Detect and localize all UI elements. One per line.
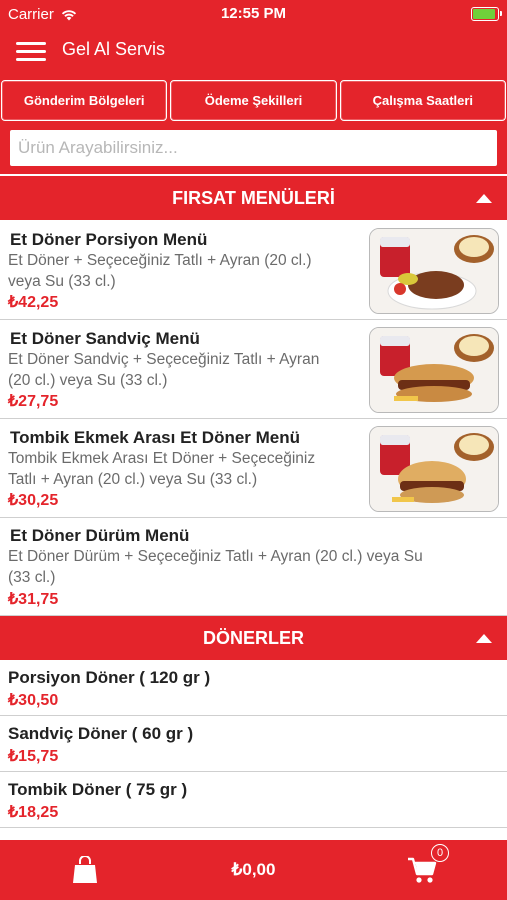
- item-name: Tombik Ekmek Arası Et Döner Menü: [10, 428, 301, 447]
- page-title: Gel Al Servis: [62, 39, 166, 59]
- menu-item[interactable]: Porsiyon Döner ( 120 gr ) ₺30,50: [0, 660, 507, 716]
- item-description: Tombik Ekmek Arası Et Döner + Seçeceğini…: [8, 450, 316, 488]
- chevron-up-icon[interactable]: [475, 192, 493, 204]
- menu-item[interactable]: Sandviç Döner ( 60 gr ) ₺15,75: [0, 716, 507, 772]
- section-header-donerler[interactable]: DÖNERLER: [0, 616, 507, 660]
- section-header-firsat[interactable]: FIRSAT MENÜLERİ: [0, 176, 507, 220]
- battery-level: [473, 9, 495, 19]
- item-photo: [369, 327, 499, 413]
- item-name: Et Döner Sandviç Menü: [10, 329, 200, 348]
- info-tabs: Gönderim Bölgeleri Ödeme Şekilleri Çalış…: [0, 72, 507, 122]
- section-title: FIRSAT MENÜLERİ: [172, 187, 335, 208]
- menu-item[interactable]: Et Döner Porsiyon Menü Et Döner + Seçece…: [0, 220, 507, 320]
- tab-working-hours[interactable]: Çalışma Saatleri: [339, 80, 506, 121]
- menu-item[interactable]: Tombik Ekmek Arası Et Döner Menü Tombik …: [0, 419, 507, 518]
- item-name: Sandviç Döner ( 60 gr ): [8, 724, 194, 743]
- bottom-bar: ₺0,00 0: [0, 840, 507, 900]
- tab-delivery-areas[interactable]: Gönderim Bölgeleri: [1, 80, 168, 121]
- cart-count-badge: 0: [431, 844, 449, 862]
- clock: 12:55 PM: [220, 5, 287, 22]
- item-description: Et Döner + Seçeceğiniz Tatlı + Ayran (20…: [8, 252, 312, 290]
- item-photo: [369, 228, 499, 314]
- chevron-up-icon[interactable]: [475, 632, 493, 644]
- item-name: Et Döner Porsiyon Menü: [10, 230, 208, 249]
- item-name: Tombik Döner ( 75 gr ): [8, 780, 188, 799]
- item-name: Et Döner Dürüm Menü: [10, 526, 190, 545]
- search-bar: [0, 122, 507, 174]
- battery-icon: [471, 7, 502, 21]
- battery-nub: [499, 11, 502, 16]
- menu-item[interactable]: Et Döner Sandviç Menü Et Döner Sandviç +…: [0, 320, 507, 419]
- menu-item[interactable]: Tombik Döner ( 75 gr ) ₺18,25: [0, 772, 507, 828]
- item-price: ₺18,25: [8, 804, 59, 821]
- item-price: ₺42,25: [8, 294, 59, 311]
- item-price: ₺15,75: [8, 748, 59, 765]
- search-input[interactable]: [10, 130, 497, 166]
- shopping-cart-icon[interactable]: [407, 856, 437, 884]
- item-description: Et Döner Dürüm + Seçeceğiniz Tatlı + Ayr…: [8, 548, 423, 586]
- item-price: ₺30,25: [8, 492, 59, 509]
- section-title: DÖNERLER: [202, 627, 304, 648]
- item-description: Et Döner Sandviç + Seçeceğiniz Tatlı + A…: [8, 351, 320, 389]
- menu-item[interactable]: Et Döner Dürüm Menü Et Döner Dürüm + Seç…: [0, 518, 507, 616]
- status-bar: Carrier 12:55 PM: [0, 0, 507, 28]
- tab-payment-methods[interactable]: Ödeme Şekilleri: [170, 80, 337, 121]
- item-price: ₺27,75: [8, 393, 59, 410]
- hamburger-menu-icon[interactable]: [16, 40, 46, 62]
- item-name: Porsiyon Döner ( 120 gr ): [8, 668, 211, 687]
- nav-bar: Gel Al Servis: [0, 28, 507, 72]
- item-photo: [369, 426, 499, 512]
- item-price: ₺30,50: [8, 692, 59, 709]
- item-price: ₺31,75: [8, 591, 59, 608]
